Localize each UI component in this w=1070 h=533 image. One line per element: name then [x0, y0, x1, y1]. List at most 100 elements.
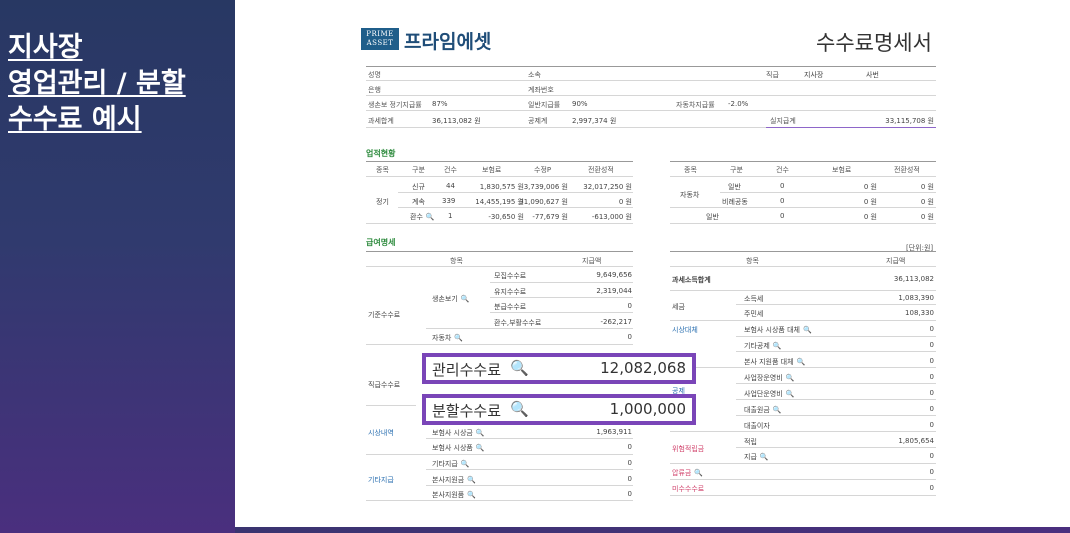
pay-base-row-3-label: 분급수수료 — [494, 303, 527, 311]
search-icon[interactable]: 🔍 — [454, 334, 463, 342]
search-icon[interactable]: 🔍 — [467, 476, 476, 484]
search-icon[interactable]: 🔍 — [476, 444, 485, 452]
search-icon[interactable]: 🔍 — [786, 390, 795, 398]
search-icon[interactable]: 🔍 — [426, 213, 435, 221]
perf-r-row-1-count: 0 — [780, 182, 785, 190]
ded-loan-row-2[interactable]: 사업단운영비 🔍 — [744, 389, 794, 399]
document-title: 수수료명세서 — [816, 31, 932, 55]
pay-group-market: 시상내역 — [368, 429, 394, 437]
perf-row-3-class[interactable]: 환수 🔍 — [410, 212, 435, 222]
left-title-panel: 지사장 영업관리 / 분할 수수료 예시 — [0, 0, 235, 533]
pay-h-amount: 지급액 — [582, 257, 602, 265]
ded-loan-row-1[interactable]: 사업장운영비 🔍 — [744, 373, 794, 383]
split-fee-highlight: 분할수수료 🔍 1,000,000 — [422, 394, 696, 425]
perf-h-adjp: 수정P — [534, 166, 552, 174]
perf-r-row-3-premium: 0 원 — [863, 213, 877, 221]
perf-r-row-1-class: 일반 — [728, 183, 741, 191]
ded-tax-total-value: 36,113,082 — [893, 275, 934, 283]
auto-rate-label: 자동차지급률 — [676, 101, 715, 109]
pay-group-other: 기타지급 — [368, 476, 394, 484]
perf-r-h-class: 구분 — [730, 166, 743, 174]
perf-row-2-count: 339 — [442, 197, 456, 205]
perf-h-class: 구분 — [412, 166, 425, 174]
pay-base-row-2-value: 2,319,044 — [596, 287, 632, 295]
search-icon[interactable]: 🔍 — [461, 460, 470, 468]
pay-base-row-4-value: -262,217 — [600, 318, 632, 326]
pay-other-row-2-value: 0 — [627, 475, 632, 483]
ded-tax-row-2-value: 108,330 — [905, 309, 934, 317]
deduct-value: 2,997,374 원 — [572, 117, 617, 125]
perf-r-row-2-premium: 0 원 — [863, 198, 877, 206]
perf-h-type: 종목 — [376, 166, 389, 174]
tax-total-label: 과세합계 — [368, 117, 394, 125]
perf-r-h-type: 종목 — [684, 166, 697, 174]
actual-pay-label: 실지급계 — [770, 117, 796, 125]
search-icon[interactable]: 🔍 — [773, 342, 782, 350]
bottom-accent-bar — [235, 527, 1070, 533]
statement-document: PRIME ASSET 프라임에셋 수수료명세서 성명 소속 직급 지사장 사번… — [236, 0, 1070, 527]
ded-h-item: 항목 — [746, 257, 759, 265]
ded-tax-row-1-label: 소득세 — [744, 295, 764, 303]
search-icon[interactable]: 🔍 — [461, 295, 470, 303]
ded-loan-row-2-value: 0 — [929, 389, 934, 397]
pay-market-row-1[interactable]: 보험사 시상금 🔍 — [432, 428, 485, 438]
perf-h-premium: 보험료 — [482, 166, 502, 174]
deduct-label: 공제계 — [528, 117, 548, 125]
perf-row-3-count: 1 — [448, 212, 453, 220]
pay-other-row-3[interactable]: 본사지원품 🔍 — [432, 490, 476, 500]
general-rate-label: 일반지급률 — [528, 101, 561, 109]
ded-unpaid-label: 미수수수료 — [672, 485, 705, 493]
split-fee-value: 1,000,000 — [609, 400, 686, 418]
rank-label: 직급 — [766, 71, 779, 79]
search-icon[interactable]: 🔍 — [510, 400, 529, 418]
ded-group-tax: 세금 — [672, 303, 685, 311]
pay-auto-value: 0 — [627, 333, 632, 341]
ded-hold-row-2[interactable]: 지급 🔍 — [744, 452, 769, 462]
ded-loan-row-3[interactable]: 대출원금 🔍 — [744, 405, 781, 415]
pay-base-row-1-label: 모집수수료 — [494, 272, 527, 280]
pay-h-item: 항목 — [450, 257, 463, 265]
search-icon[interactable]: 🔍 — [786, 374, 795, 382]
ded-loan-row-3-value: 0 — [929, 405, 934, 413]
ded-market-row-1[interactable]: 보험사 시상품 대체 🔍 — [744, 325, 812, 335]
search-icon[interactable]: 🔍 — [773, 406, 782, 414]
prime-asset-logo: PRIME ASSET — [361, 28, 399, 50]
perf-row-1-conv: 32,017,250 원 — [583, 183, 632, 191]
perf-r-row-1-premium: 0 원 — [863, 183, 877, 191]
perf-r-row-3-class: 일반 — [706, 213, 719, 221]
pay-other-row-1[interactable]: 기타지급 🔍 — [432, 459, 469, 469]
ded-market-row-2[interactable]: 기타공제 🔍 — [744, 341, 781, 351]
ded-h-amount: 지급액 — [886, 257, 906, 265]
search-icon[interactable]: 🔍 — [803, 326, 812, 334]
search-icon[interactable]: 🔍 — [510, 359, 529, 377]
slide-title-line-1: 지사장 — [8, 32, 83, 63]
ded-loan-row-4: 대출이자 — [744, 422, 770, 430]
pay-base-row-3-value: 0 — [627, 302, 632, 310]
pay-other-row-2[interactable]: 본사지원금 🔍 — [432, 475, 476, 485]
perf-row-1-adjp: 3,739,006 원 — [523, 183, 568, 191]
general-rate-value: 90% — [572, 100, 588, 108]
actual-pay-value: 33,115,708 원 — [885, 117, 934, 125]
pay-sub-life[interactable]: 생손보기 🔍 — [432, 294, 469, 304]
search-icon[interactable]: 🔍 — [467, 491, 476, 499]
ded-group-market: 시상대체 — [672, 326, 698, 334]
search-icon[interactable]: 🔍 — [797, 358, 806, 366]
ded-unpaid-value: 0 — [929, 484, 934, 492]
pay-base-row-2-label: 유지수수료 — [494, 288, 527, 296]
account-label: 계좌번호 — [528, 86, 554, 94]
life-rate-label: 생손보 정기지급률 — [368, 101, 422, 109]
emp-no-label: 사번 — [866, 71, 879, 79]
perf-row-1-class: 신규 — [412, 183, 425, 191]
search-icon[interactable]: 🔍 — [694, 469, 703, 477]
ded-seized-row[interactable]: 압류금 🔍 — [672, 468, 703, 478]
ded-market-row-3[interactable]: 본사 지원품 대체 🔍 — [744, 357, 805, 367]
ded-seized-value: 0 — [929, 468, 934, 476]
perf-row-3-conv: -613,000 원 — [591, 213, 632, 221]
search-icon[interactable]: 🔍 — [760, 453, 769, 461]
search-icon[interactable]: 🔍 — [476, 429, 485, 437]
ded-market-row-2-value: 0 — [929, 341, 934, 349]
perf-r-row-2-conv: 0 원 — [920, 198, 934, 206]
pay-auto-row[interactable]: 자동차 🔍 — [432, 333, 463, 343]
pay-market-row-2[interactable]: 보험사 시상품 🔍 — [432, 443, 485, 453]
bank-label: 은행 — [368, 86, 381, 94]
